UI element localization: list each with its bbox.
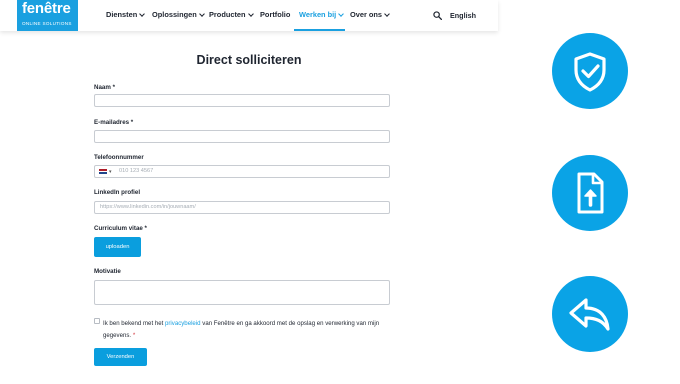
search-icon[interactable] [433,11,442,20]
reply-badge [552,276,628,352]
name-label: Naam * [94,84,115,91]
nav-item-portfolio[interactable]: Portfolio [260,10,290,19]
dutch-flag-icon[interactable] [99,169,107,174]
nav-label: Over ons [350,10,383,19]
linkedin-input[interactable]: https://www.linkedin.com/in/jouwnaam/ [94,201,390,214]
shield-check-icon [574,52,606,92]
submit-button[interactable]: Verzenden [94,348,147,366]
phone-placeholder: 010 123 4567 [119,168,154,174]
consent-checkbox[interactable] [94,318,100,324]
form-title: Direct solliciteren [196,53,302,67]
chevron-down-icon [139,10,146,17]
website-screenshot: fenêtre ONLINE SOLUTIONS Diensten Oploss… [0,0,498,384]
nav-item-diensten[interactable]: Diensten [106,10,146,19]
nav-label: Diensten [106,10,138,19]
file-upload-icon [577,172,604,214]
active-nav-underline [294,29,345,31]
nav-label: Werken bij [299,10,337,19]
chevron-down-icon [338,10,345,17]
nav-label: Portfolio [260,10,291,19]
caret-down-icon[interactable]: ▾ [109,167,112,178]
email-input[interactable] [94,130,390,143]
linkedin-label: LinkedIn profiel [94,189,141,196]
shield-check-badge [552,33,628,109]
consent-prefix: Ik ben bekend met het [103,320,165,327]
nav-label: Oplossingen [152,10,197,19]
nav-item-producten[interactable]: Producten [209,10,254,19]
nav-item-oplossingen[interactable]: Oplossingen [152,10,205,19]
motivation-textarea[interactable] [94,280,390,305]
phone-label: Telefoonnummer [94,154,144,161]
required-marker: * [132,332,136,339]
logo-wordmark: fenêtre [22,0,71,17]
privacy-policy-link[interactable]: privacybeleid [165,320,201,327]
name-input[interactable] [94,94,390,107]
nav-item-werken-bij[interactable]: Werken bij [299,10,345,19]
chevron-down-icon [198,10,205,17]
nav-label: Producten [209,10,246,19]
motivation-label: Motivatie [94,268,121,275]
file-upload-badge [552,155,628,231]
phone-input[interactable]: ▾ 010 123 4567 [94,165,390,178]
email-label: E-mailadres * [94,119,134,126]
consent-text: Ik ben bekend met het privacybeleid van … [103,318,393,342]
top-navbar: fenêtre ONLINE SOLUTIONS Diensten Oploss… [0,0,498,31]
upload-button[interactable]: uploaden [94,237,141,257]
reply-arrow-icon [569,298,610,331]
cv-label: Curriculum vitae * [94,225,147,232]
nav-item-over-ons[interactable]: Over ons [350,10,390,19]
language-switch[interactable]: English [450,11,476,20]
fenetre-logo[interactable]: fenêtre ONLINE SOLUTIONS [17,0,78,31]
logo-tagline: ONLINE SOLUTIONS [22,21,72,26]
linkedin-placeholder: https://www.linkedin.com/in/jouwnaam/ [100,204,196,210]
chevron-down-icon [247,10,254,17]
chevron-down-icon [384,10,390,17]
